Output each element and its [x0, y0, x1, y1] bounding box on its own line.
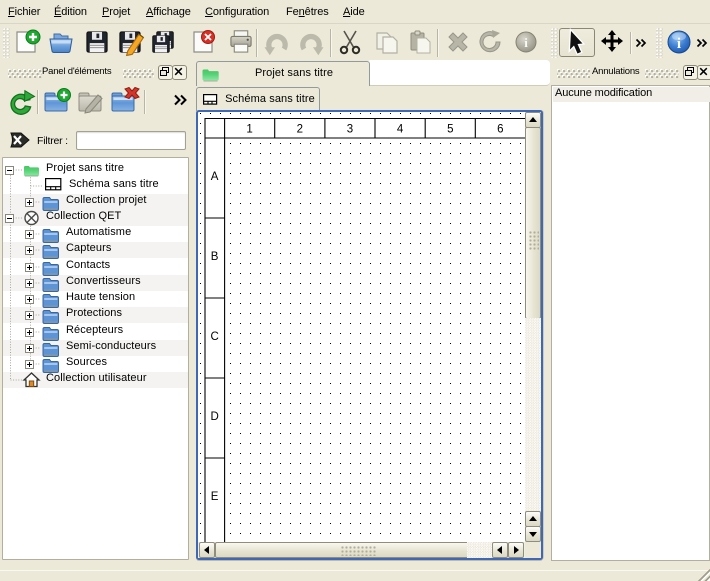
svg-text:3: 3 [347, 124, 353, 136]
svg-text:6: 6 [497, 124, 503, 136]
svg-text:2: 2 [297, 124, 303, 136]
svg-text:D: D [210, 411, 218, 423]
svg-text:B: B [211, 251, 219, 263]
svg-text:4: 4 [397, 124, 404, 136]
svg-text:i: i [524, 35, 528, 50]
svg-text:1: 1 [246, 124, 252, 136]
svg-text:E: E [211, 491, 219, 503]
svg-text:i: i [677, 36, 681, 52]
svg-text:5: 5 [447, 124, 453, 136]
svg-text:C: C [210, 331, 218, 343]
svg-text:A: A [211, 171, 219, 183]
